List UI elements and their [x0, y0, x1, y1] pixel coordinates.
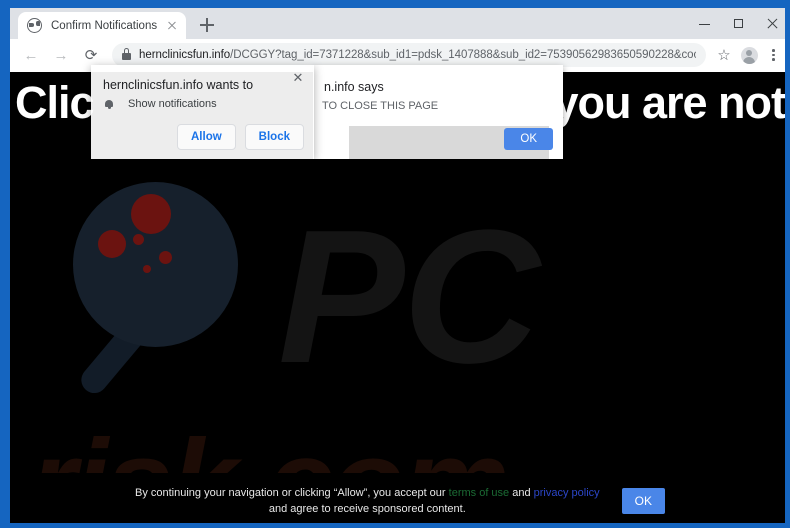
profile-avatar[interactable] [736, 46, 762, 64]
bookmark-star-icon[interactable]: ☆ [712, 48, 736, 63]
permission-item: Show notifications [104, 98, 217, 110]
privacy-policy-link[interactable]: privacy policy [534, 487, 600, 499]
alert-message: TO CLOSE THIS PAGE [322, 100, 439, 112]
url-host: hernclinicsfun.info [139, 49, 231, 61]
globe-icon [27, 18, 42, 33]
close-icon[interactable]: ✕ [290, 70, 306, 86]
browser-tab[interactable]: Confirm Notifications [18, 12, 186, 39]
tab-strip: Confirm Notifications [10, 8, 785, 39]
watermark-pc: PC [278, 191, 540, 403]
alert-title: n.info says [324, 80, 384, 94]
notification-permission-dialog: hernclinicsfun.info wants to ✕ Show noti… [91, 65, 314, 159]
kebab-menu-icon[interactable] [762, 44, 784, 66]
forward-icon[interactable]: → [48, 42, 74, 68]
browser-window: Confirm Notifications ← → ⟳ hernclinicsf… [10, 8, 785, 523]
url-path: /DCGGY?tag_id=7371228&sub_id1=pdsk_14078… [230, 49, 696, 61]
permission-buttons: Allow Block [177, 124, 304, 150]
permission-title: hernclinicsfun.info wants to [103, 78, 254, 92]
close-icon[interactable] [164, 18, 180, 34]
consent-line1-b: and [509, 487, 534, 499]
block-button[interactable]: Block [244, 124, 304, 150]
lock-icon [122, 48, 131, 60]
window-controls [688, 8, 785, 39]
terms-of-use-link[interactable]: terms of use [449, 487, 510, 499]
tab-title: Confirm Notifications [51, 19, 158, 32]
url-text: hernclinicsfun.info/DCGGY?tag_id=7371228… [139, 49, 696, 61]
permission-item-label: Show notifications [128, 98, 217, 110]
screenshot-frame: Confirm Notifications ← → ⟳ hernclinicsf… [0, 0, 790, 528]
window-close-icon[interactable] [756, 8, 785, 39]
consent-line2: and agree to receive sponsored content. [268, 503, 466, 515]
javascript-alert-dialog: n.info says TO CLOSE THIS PAGE OK [313, 65, 563, 159]
allow-button[interactable]: Allow [177, 124, 236, 150]
consent-line1-a: By continuing your navigation or clickin… [134, 487, 449, 499]
headline-right: you are not [553, 77, 785, 128]
alert-ok-button[interactable]: OK [504, 128, 553, 150]
headline-left: Clic [15, 77, 95, 128]
consent-ok-button[interactable]: OK [621, 488, 666, 514]
bell-icon [104, 99, 114, 109]
consent-bar: By continuing your navigation or clickin… [10, 473, 785, 523]
address-bar[interactable]: hernclinicsfun.info/DCGGY?tag_id=7371228… [112, 43, 706, 67]
magnifier-illustration [65, 182, 265, 399]
minimize-icon[interactable] [688, 8, 722, 39]
maximize-icon[interactable] [722, 8, 756, 39]
back-icon[interactable]: ← [18, 42, 44, 68]
new-tab-button[interactable] [194, 12, 220, 38]
consent-text: By continuing your navigation or clickin… [135, 485, 600, 517]
